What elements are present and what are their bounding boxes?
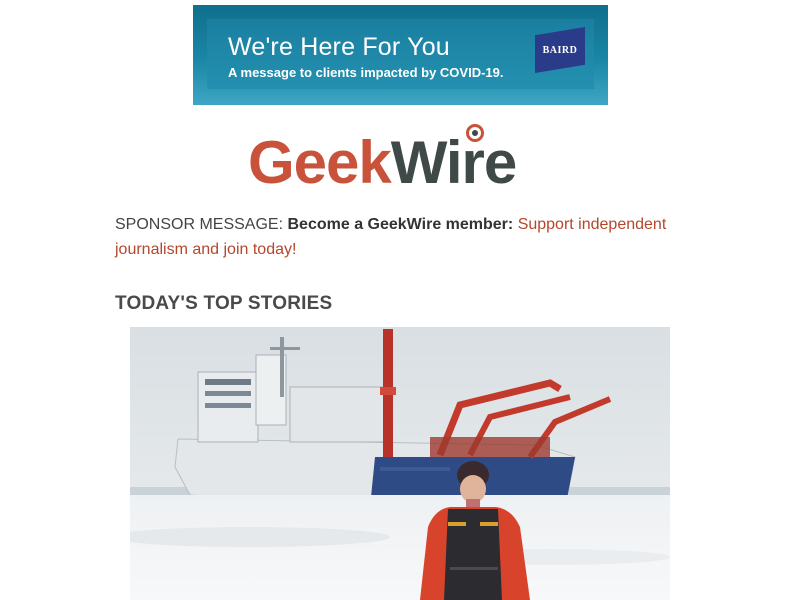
- ad-headline: We're Here For You: [228, 33, 450, 61]
- sponsor-message: SPONSOR MESSAGE: Become a GeekWire membe…: [115, 212, 685, 262]
- ad-subtext: A message to clients impacted by COVID-1…: [228, 65, 504, 80]
- section-title: TODAY'S TOP STORIES: [115, 293, 333, 314]
- logo-ring-icon: [466, 124, 484, 142]
- sponsor-bold-text: Become a GeekWire member:: [287, 216, 514, 233]
- ad-inner-panel: We're Here For You A message to clients …: [207, 19, 594, 89]
- baird-logo: BAIRD: [535, 27, 585, 73]
- sponsor-prefix: SPONSOR MESSAGE:: [115, 216, 284, 233]
- logo-part-wire: Wire: [390, 129, 517, 196]
- top-story-image[interactable]: [130, 327, 670, 600]
- photo-icon: [130, 327, 670, 600]
- sponsor-ad-banner[interactable]: We're Here For You A message to clients …: [193, 5, 608, 105]
- geekwire-logo[interactable]: Geek Wire: [248, 124, 517, 196]
- logo-part-geek: Geek: [248, 129, 392, 196]
